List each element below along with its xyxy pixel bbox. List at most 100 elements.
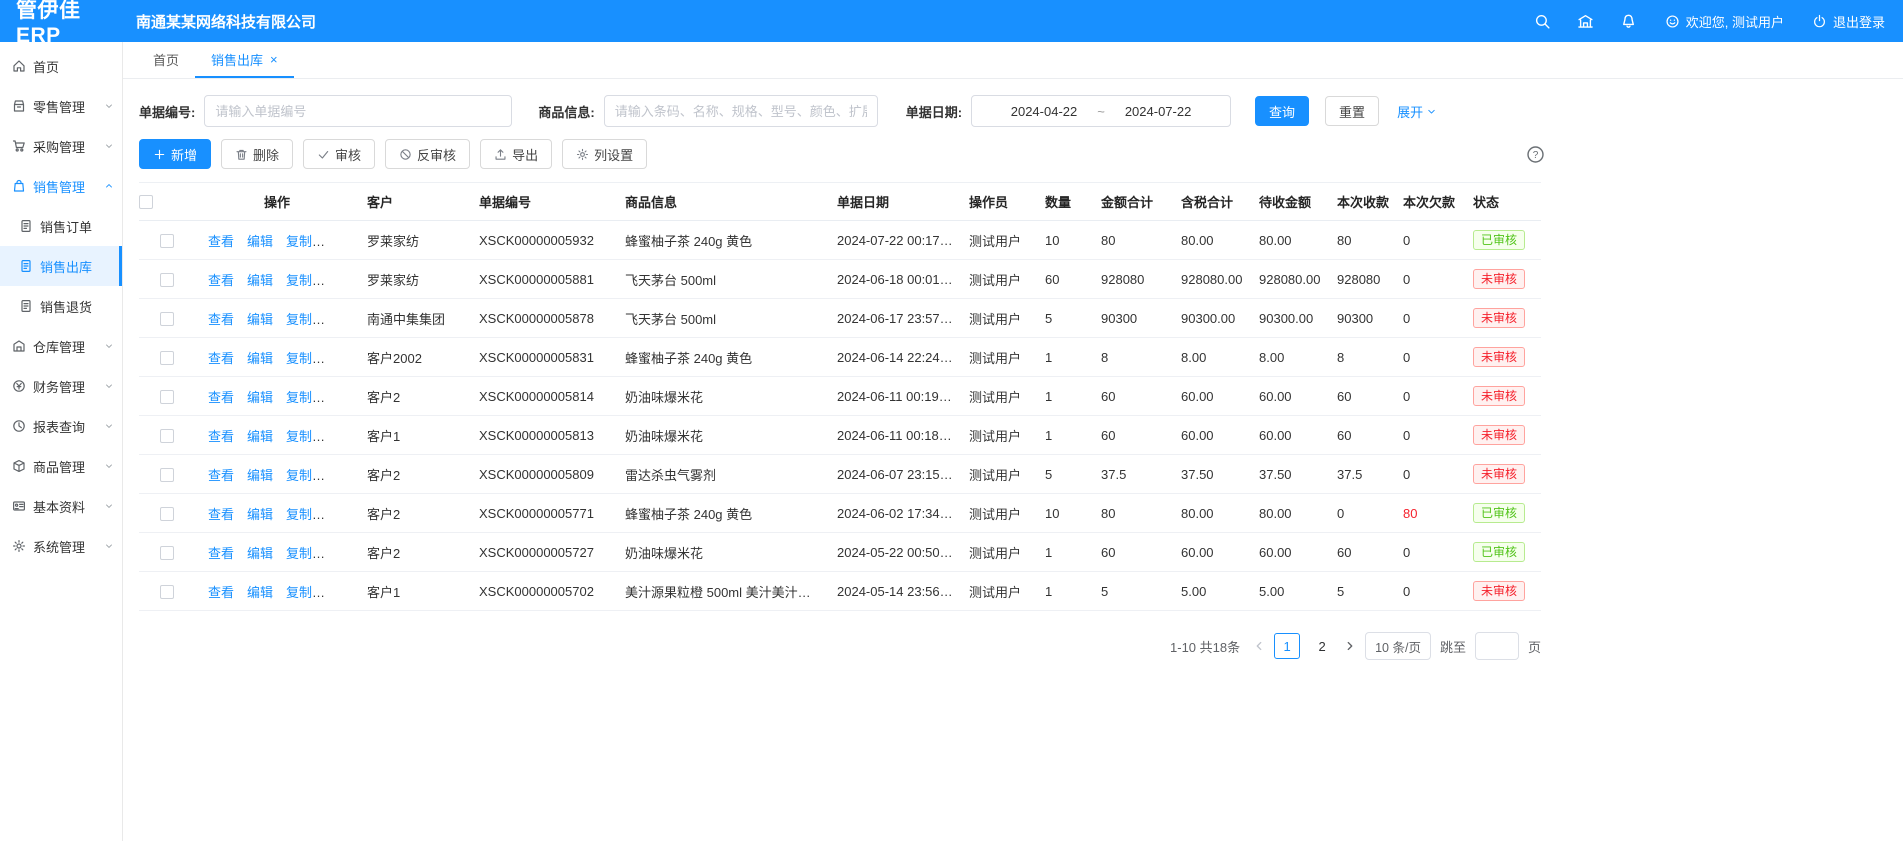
row-action-copy[interactable]: 复制 xyxy=(286,585,312,600)
cell-product: 蜂蜜柚子茶 240g 黄色 xyxy=(617,338,829,377)
row-checkbox[interactable] xyxy=(160,429,174,443)
row-action-view[interactable]: 查看 xyxy=(208,585,234,600)
row-action-delete[interactable]: 删除 xyxy=(325,312,351,327)
export-button[interactable]: 导出 xyxy=(480,139,552,169)
row-action-view[interactable]: 查看 xyxy=(208,507,234,522)
product-input[interactable] xyxy=(604,95,878,127)
tab-home[interactable]: 首页 xyxy=(137,42,195,78)
sidebar-item-label: 仓库管理 xyxy=(33,337,85,356)
page-size-select[interactable]: 10 条/页 xyxy=(1365,632,1431,660)
row-action-edit[interactable]: 编辑 xyxy=(247,585,273,600)
jump-page-input[interactable] xyxy=(1475,632,1519,660)
row-action-delete[interactable]: 删除 xyxy=(325,507,351,522)
add-button[interactable]: 新增 xyxy=(139,139,211,169)
date-range-input[interactable]: 2024-04-22 ~ 2024-07-22 xyxy=(971,95,1231,127)
row-action-edit[interactable]: 编辑 xyxy=(247,546,273,561)
unaudit-button[interactable]: 反审核 xyxy=(385,139,470,169)
bell-icon[interactable] xyxy=(1620,13,1637,30)
page-button-1[interactable]: 1 xyxy=(1274,633,1300,659)
row-action-delete[interactable]: 删除 xyxy=(325,585,351,600)
row-action-delete[interactable]: 删除 xyxy=(325,390,351,405)
select-all-checkbox[interactable] xyxy=(139,195,153,209)
sidebar-item-system[interactable]: 系统管理 xyxy=(0,526,122,566)
row-action-copy[interactable]: 复制 xyxy=(286,273,312,288)
row-action-copy[interactable]: 复制 xyxy=(286,234,312,249)
tab-close-icon[interactable]: × xyxy=(270,53,278,66)
logout-button[interactable]: 退出登录 xyxy=(1812,12,1885,31)
page-button-2[interactable]: 2 xyxy=(1309,633,1335,659)
pagination-total: 1-10 共18条 xyxy=(1170,637,1240,656)
row-action-delete[interactable]: 删除 xyxy=(325,351,351,366)
cell-customer: 客户1 xyxy=(359,416,471,455)
row-action-copy[interactable]: 复制 xyxy=(286,546,312,561)
table-header-row: 操作客户单据编号商品信息单据日期操作员数量金额合计含税合计待收金额本次收款本次欠… xyxy=(139,183,1541,221)
row-action-copy[interactable]: 复制 xyxy=(286,507,312,522)
row-action-copy[interactable]: 复制 xyxy=(286,390,312,405)
row-action-delete[interactable]: 删除 xyxy=(325,546,351,561)
tab-sales-outbound[interactable]: 销售出库× xyxy=(195,42,294,78)
row-action-edit[interactable]: 编辑 xyxy=(247,468,273,483)
row-checkbox[interactable] xyxy=(160,507,174,521)
sidebar-item-warehouse[interactable]: 仓库管理 xyxy=(0,326,122,366)
row-action-delete[interactable]: 删除 xyxy=(325,273,351,288)
reset-button[interactable]: 重置 xyxy=(1325,96,1379,126)
search-button[interactable]: 查询 xyxy=(1255,96,1309,126)
row-checkbox[interactable] xyxy=(160,273,174,287)
row-action-edit[interactable]: 编辑 xyxy=(247,351,273,366)
row-action-delete[interactable]: 删除 xyxy=(325,468,351,483)
row-action-edit[interactable]: 编辑 xyxy=(247,390,273,405)
sidebar-item-finance[interactable]: 财务管理 xyxy=(0,366,122,406)
row-checkbox[interactable] xyxy=(160,234,174,248)
audit-button[interactable]: 审核 xyxy=(303,139,375,169)
column-settings-button[interactable]: 列设置 xyxy=(562,139,647,169)
row-action-view[interactable]: 查看 xyxy=(208,312,234,327)
sidebar-item-purchase[interactable]: 采购管理 xyxy=(0,126,122,166)
table-row: 查看编辑复制删除客户2XSCK00000005814奶油味爆米花2024-06-… xyxy=(139,377,1541,416)
row-action-edit[interactable]: 编辑 xyxy=(247,312,273,327)
row-action-copy[interactable]: 复制 xyxy=(286,468,312,483)
row-action-delete[interactable]: 删除 xyxy=(325,429,351,444)
sidebar-item-sales-return[interactable]: 销售退货 xyxy=(0,286,122,326)
sidebar-item-report[interactable]: 报表查询 xyxy=(0,406,122,446)
row-action-view[interactable]: 查看 xyxy=(208,234,234,249)
bill-no-input[interactable] xyxy=(204,95,512,127)
help-icon[interactable]: ? xyxy=(1526,145,1545,164)
export-label: 导出 xyxy=(512,145,538,164)
row-action-delete[interactable]: 删除 xyxy=(325,234,351,249)
prev-page-button[interactable] xyxy=(1253,640,1265,652)
row-action-view[interactable]: 查看 xyxy=(208,273,234,288)
row-action-view[interactable]: 查看 xyxy=(208,546,234,561)
row-action-view[interactable]: 查看 xyxy=(208,468,234,483)
cell-receivable: 60.00 xyxy=(1251,416,1329,455)
row-checkbox[interactable] xyxy=(160,546,174,560)
sidebar-item-sales-order[interactable]: 销售订单 xyxy=(0,206,122,246)
row-checkbox[interactable] xyxy=(160,585,174,599)
row-action-edit[interactable]: 编辑 xyxy=(247,429,273,444)
delete-button[interactable]: 删除 xyxy=(221,139,293,169)
sidebar-item-retail[interactable]: 零售管理 xyxy=(0,86,122,126)
sidebar-item-home[interactable]: 首页 xyxy=(0,46,122,86)
row-action-copy[interactable]: 复制 xyxy=(286,351,312,366)
row-action-edit[interactable]: 编辑 xyxy=(247,273,273,288)
row-checkbox[interactable] xyxy=(160,390,174,404)
row-checkbox[interactable] xyxy=(160,468,174,482)
row-action-view[interactable]: 查看 xyxy=(208,429,234,444)
row-action-view[interactable]: 查看 xyxy=(208,390,234,405)
row-action-copy[interactable]: 复制 xyxy=(286,429,312,444)
sidebar-item-goods[interactable]: 商品管理 xyxy=(0,446,122,486)
cell-tax_total: 60.00 xyxy=(1173,377,1251,416)
row-checkbox[interactable] xyxy=(160,312,174,326)
expand-toggle[interactable]: 展开 xyxy=(1397,102,1437,121)
sidebar-item-basic[interactable]: 基本资料 xyxy=(0,486,122,526)
row-action-view[interactable]: 查看 xyxy=(208,351,234,366)
row-action-edit[interactable]: 编辑 xyxy=(247,234,273,249)
sidebar-item-sales-outbound[interactable]: 销售出库 xyxy=(0,246,122,286)
next-page-button[interactable] xyxy=(1344,640,1356,652)
row-checkbox[interactable] xyxy=(160,351,174,365)
row-action-copy[interactable]: 复制 xyxy=(286,312,312,327)
search-icon[interactable] xyxy=(1534,13,1551,30)
cell-qty: 1 xyxy=(1037,416,1093,455)
row-action-edit[interactable]: 编辑 xyxy=(247,507,273,522)
sidebar-item-sales[interactable]: 销售管理 xyxy=(0,166,122,206)
bank-icon[interactable] xyxy=(1577,13,1594,30)
